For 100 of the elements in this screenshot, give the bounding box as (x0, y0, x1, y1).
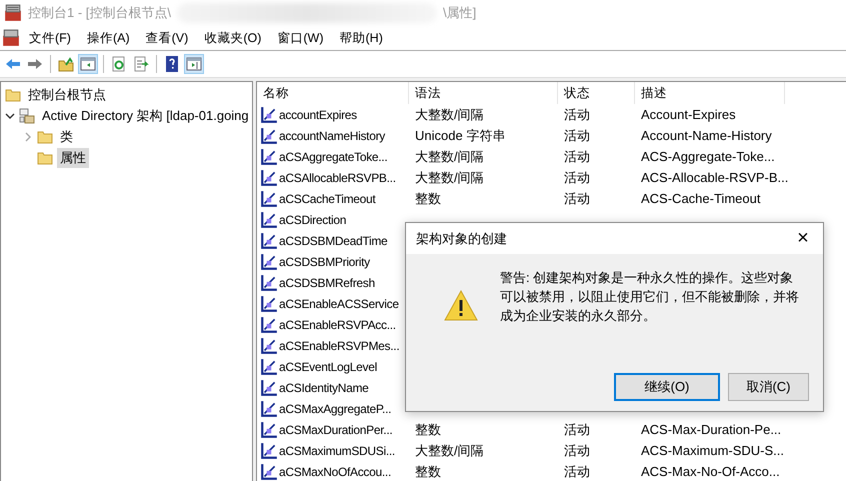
table-cell: aCSDSBMDeadTime (279, 234, 388, 248)
dialog-title: 架构对象的创建 (416, 230, 507, 248)
refresh-icon (111, 56, 127, 72)
folder-up-icon (58, 56, 74, 72)
table-cell-text: Unicode 字符串 (414, 126, 506, 144)
table-cell-text: 整数 (414, 462, 442, 480)
collapse-chevron-icon[interactable] (5, 110, 15, 120)
menu-item[interactable]: 操作(A) (80, 28, 137, 48)
attribute-icon (260, 210, 278, 228)
column-header[interactable]: 状态 (558, 82, 635, 104)
attribute-icon (260, 106, 278, 124)
attribute-icon (260, 232, 278, 250)
attribute-icon (260, 378, 278, 396)
table-cell: aCSDirection (279, 212, 346, 226)
table-cell: accountNameHistory (279, 128, 385, 142)
tree-pane-icon (80, 56, 96, 72)
tree-item[interactable]: 属性 (57, 148, 89, 168)
toolbox-icon (4, 4, 22, 22)
tree-item[interactable]: Active Directory 架构 [ldap-01.going (39, 106, 252, 126)
attribute-icon (260, 442, 278, 460)
export-list-icon (133, 56, 149, 72)
table-cell: aCSAggregateToke... (279, 150, 388, 164)
action-pane-icon (186, 56, 202, 72)
toolbar-button[interactable] (78, 54, 98, 74)
attribute-icon (260, 358, 278, 376)
table-cell: aCSIdentityName (279, 380, 369, 394)
menu-item[interactable]: 文件(F) (22, 28, 78, 48)
table-cell-text: Account-Name-History (640, 128, 773, 143)
table-cell-text: 活动 (563, 442, 591, 460)
forward-arrow-icon (27, 56, 43, 72)
table-cell-text: ACS-Aggregate-Toke... (640, 149, 776, 164)
table-cell: aCSMaxNoOfAccou... (279, 464, 391, 478)
dialog-button[interactable]: 取消(C) (728, 373, 809, 401)
table-cell-text: 大整数/间隔 (414, 168, 485, 186)
table-cell-text: 活动 (563, 148, 591, 166)
folder-icon (37, 128, 53, 144)
menu-item[interactable]: 查看(V) (138, 28, 196, 48)
table-cell: aCSEnableACSService (279, 296, 399, 310)
table-cell: aCSDSBMRefresh (279, 276, 375, 290)
warning-icon (444, 290, 478, 321)
table-cell: aCSMaxDurationPer... (279, 422, 392, 436)
table-cell: aCSMaxAggregateP... (279, 402, 392, 416)
window-title: 控制台1 - [控制台根节点\ (28, 4, 172, 22)
attribute-icon (260, 294, 278, 312)
table-cell: aCSEnableRSVPMes... (279, 338, 400, 352)
close-button[interactable]: × (783, 223, 823, 254)
table-cell: aCSMaximumSDUSi... (279, 444, 395, 458)
attribute-icon (260, 420, 278, 438)
table-cell-text: 活动 (563, 126, 591, 144)
table-cell: aCSDSBMPriority (279, 254, 370, 268)
table-cell-text: ACS-Allocable-RSVP-B... (640, 170, 785, 185)
table-cell-text: ACS-Max-Duration-Pe... (640, 422, 782, 437)
attribute-icon (260, 168, 278, 186)
help-icon (164, 56, 180, 72)
attribute-icon (260, 400, 278, 418)
toolbox-icon (2, 29, 20, 47)
table-cell-text: ACS-Maximum-SDU-S... (640, 443, 785, 458)
toolbar-button[interactable] (184, 54, 204, 74)
table-cell-text: 大整数/间隔 (414, 442, 485, 460)
table-cell-text: 大整数/间隔 (414, 106, 485, 124)
attribute-icon (260, 316, 278, 334)
menu-item[interactable]: 帮助(H) (332, 28, 390, 48)
expand-chevron-icon[interactable] (23, 132, 33, 142)
server-icon (19, 108, 35, 124)
attribute-icon (260, 126, 278, 144)
attribute-icon (260, 252, 278, 270)
table-cell: aCSAllocableRSVPB... (279, 170, 396, 184)
back-arrow-icon (5, 56, 21, 72)
table-cell: aCSEnableRSVPAcc... (279, 318, 396, 332)
table-cell: aCSEventLogLevel (279, 360, 377, 374)
table-cell-text: 活动 (563, 420, 591, 438)
attribute-icon (260, 462, 278, 480)
tree-item[interactable]: 类 (57, 126, 76, 146)
table-cell-text: 整数 (414, 420, 442, 438)
table-cell-text: 活动 (563, 190, 591, 208)
table-cell-text: 活动 (563, 106, 591, 124)
table-cell: accountExpires (279, 108, 357, 122)
table-cell-text: ACS-Cache-Timeout (640, 191, 762, 206)
table-cell-text: Account-Expires (640, 107, 737, 122)
warning-message: 警告: 创建架构对象是一种永久性的操作。这些对象可以被禁用，以阻止使用它们，但不能被删除，并将成为企业安装的永久部分。 (500, 269, 800, 325)
table-cell-text: 大整数/间隔 (414, 148, 485, 166)
dialog-button[interactable]: 继续(O) (614, 373, 720, 401)
attribute-icon (260, 274, 278, 292)
table-cell-text: ACS-Max-No-Of-Acco... (640, 464, 781, 479)
menu-item[interactable]: 窗口(W) (270, 28, 330, 48)
column-header[interactable]: 描述 (635, 82, 785, 104)
attribute-icon (260, 336, 278, 354)
attribute-icon (260, 190, 278, 208)
column-header[interactable]: 名称 (257, 82, 409, 104)
tree-item[interactable]: 控制台根节点 (25, 84, 109, 104)
table-cell-text: 活动 (563, 168, 591, 186)
attribute-icon (260, 148, 278, 166)
menu-item[interactable]: 收藏夹(O) (197, 28, 268, 48)
folder-icon (37, 150, 53, 166)
folder-icon (5, 86, 21, 102)
column-header[interactable]: 语法 (409, 82, 558, 104)
table-cell-text: 活动 (563, 462, 591, 480)
window-title: \属性] (443, 4, 476, 22)
table-cell: aCSCacheTimeout (279, 192, 376, 206)
table-cell-text: 整数 (414, 190, 442, 208)
